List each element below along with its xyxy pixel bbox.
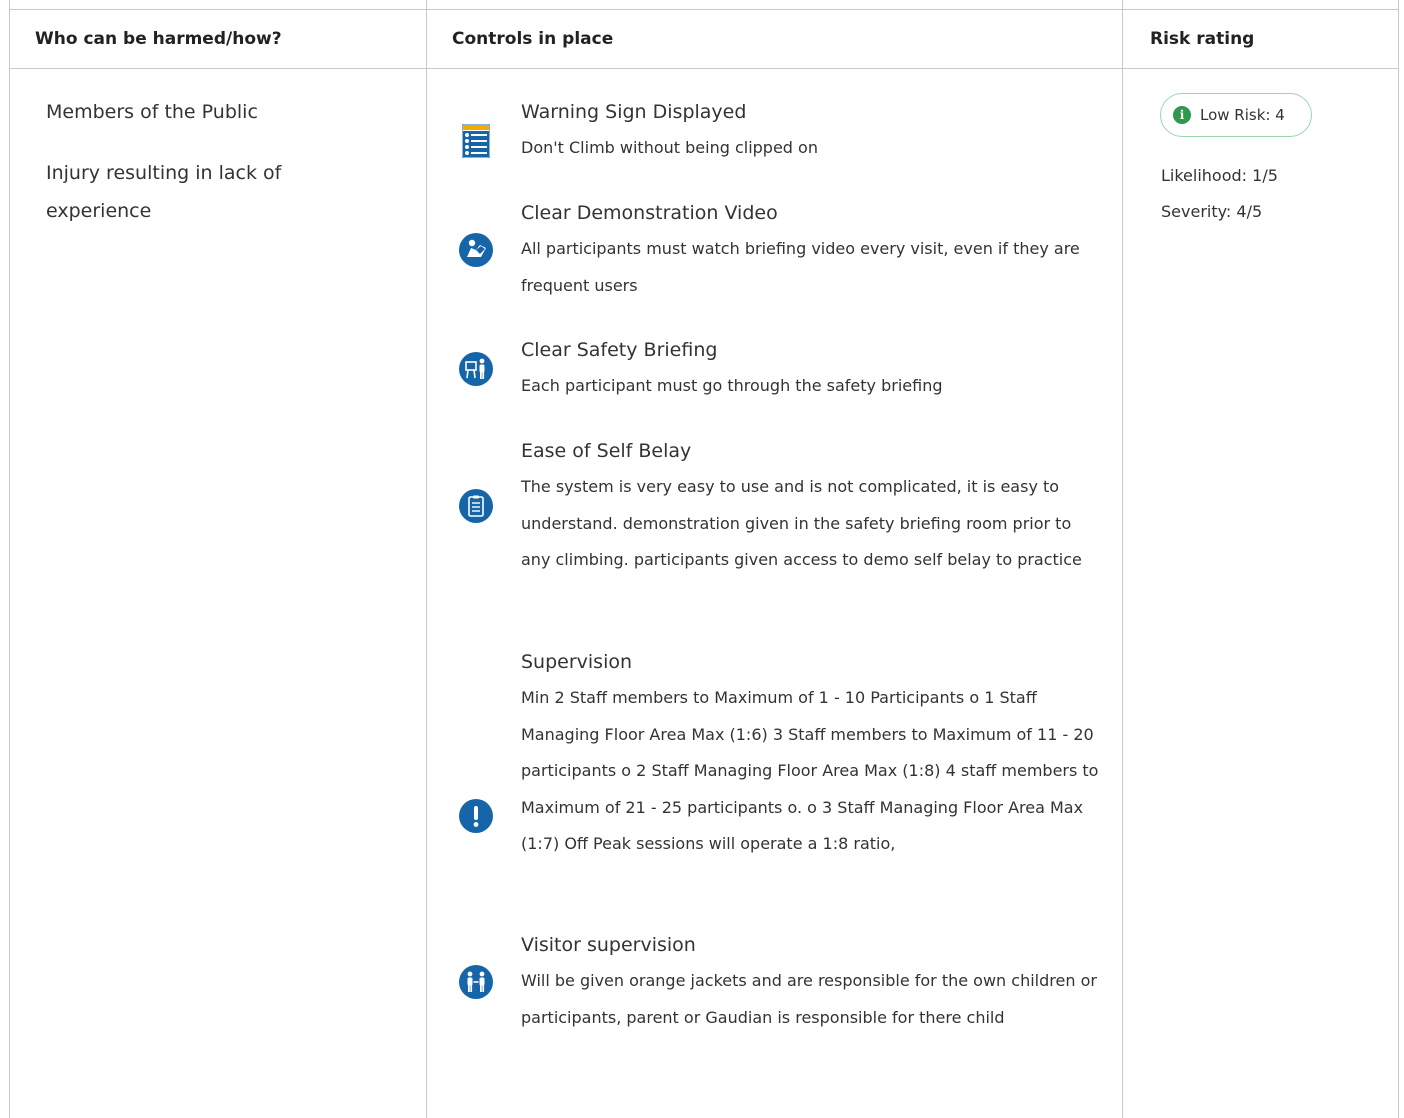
likelihood-value: Likelihood: 1/5 <box>1161 166 1278 185</box>
control-title: Warning Sign Displayed <box>521 101 747 123</box>
risk-badge: i Low Risk: 4 <box>1160 93 1312 137</box>
controls-list: Warning Sign Displayed Don't Climb witho… <box>459 94 1099 1036</box>
control-item: Ease of Self Belay The system is very ea… <box>459 433 1099 644</box>
column-divider <box>426 0 427 1118</box>
harm-description: Injury resulting in lack of experience <box>46 162 282 222</box>
header-risk: Risk rating <box>1150 29 1255 49</box>
control-title: Supervision <box>521 651 633 673</box>
table-border-right <box>1398 0 1399 1118</box>
control-item: Clear Safety Briefing Each participant m… <box>459 332 1099 433</box>
risk-badge-label: Low Risk: 4 <box>1200 106 1285 124</box>
affected-group: Members of the Public <box>46 101 258 123</box>
control-title: Clear Safety Briefing <box>521 339 718 361</box>
clipboard-checklist-icon <box>459 489 493 523</box>
table-border-left <box>9 0 10 1118</box>
control-description: Will be given orange jackets and are res… <box>521 971 1097 1027</box>
control-description: All participants must watch briefing vid… <box>521 239 1080 295</box>
control-description: Each participant must go through the saf… <box>521 376 943 395</box>
severity-value: Severity: 4/5 <box>1161 202 1263 221</box>
control-item: Warning Sign Displayed Don't Climb witho… <box>459 94 1099 195</box>
info-icon: i <box>1173 106 1191 124</box>
control-description: Min 2 Staff members to Maximum of 1 - 10… <box>521 688 1099 853</box>
control-item: Visitor supervision Will be given orange… <box>459 927 1099 1036</box>
column-divider <box>1122 0 1123 1118</box>
control-item: Clear Demonstration Video All participan… <box>459 195 1099 332</box>
risk-assessment-table: Who can be harmed/how? Controls in place… <box>0 0 1404 1118</box>
header-who: Who can be harmed/how? <box>35 29 282 49</box>
control-title: Clear Demonstration Video <box>521 202 778 224</box>
header-divider <box>9 68 1399 69</box>
header-controls: Controls in place <box>452 29 614 49</box>
exclamation-icon <box>459 799 493 833</box>
presentation-briefing-icon <box>459 352 493 386</box>
control-title: Ease of Self Belay <box>521 440 692 462</box>
warning-sign-poster-icon <box>459 124 493 158</box>
control-item: Supervision Min 2 Staff members to Maxim… <box>459 644 1099 927</box>
read-manual-icon <box>459 233 493 267</box>
control-title: Visitor supervision <box>521 934 696 956</box>
two-people-icon <box>459 965 493 999</box>
control-description: Don't Climb without being clipped on <box>521 138 818 157</box>
control-description: The system is very easy to use and is no… <box>521 477 1082 569</box>
